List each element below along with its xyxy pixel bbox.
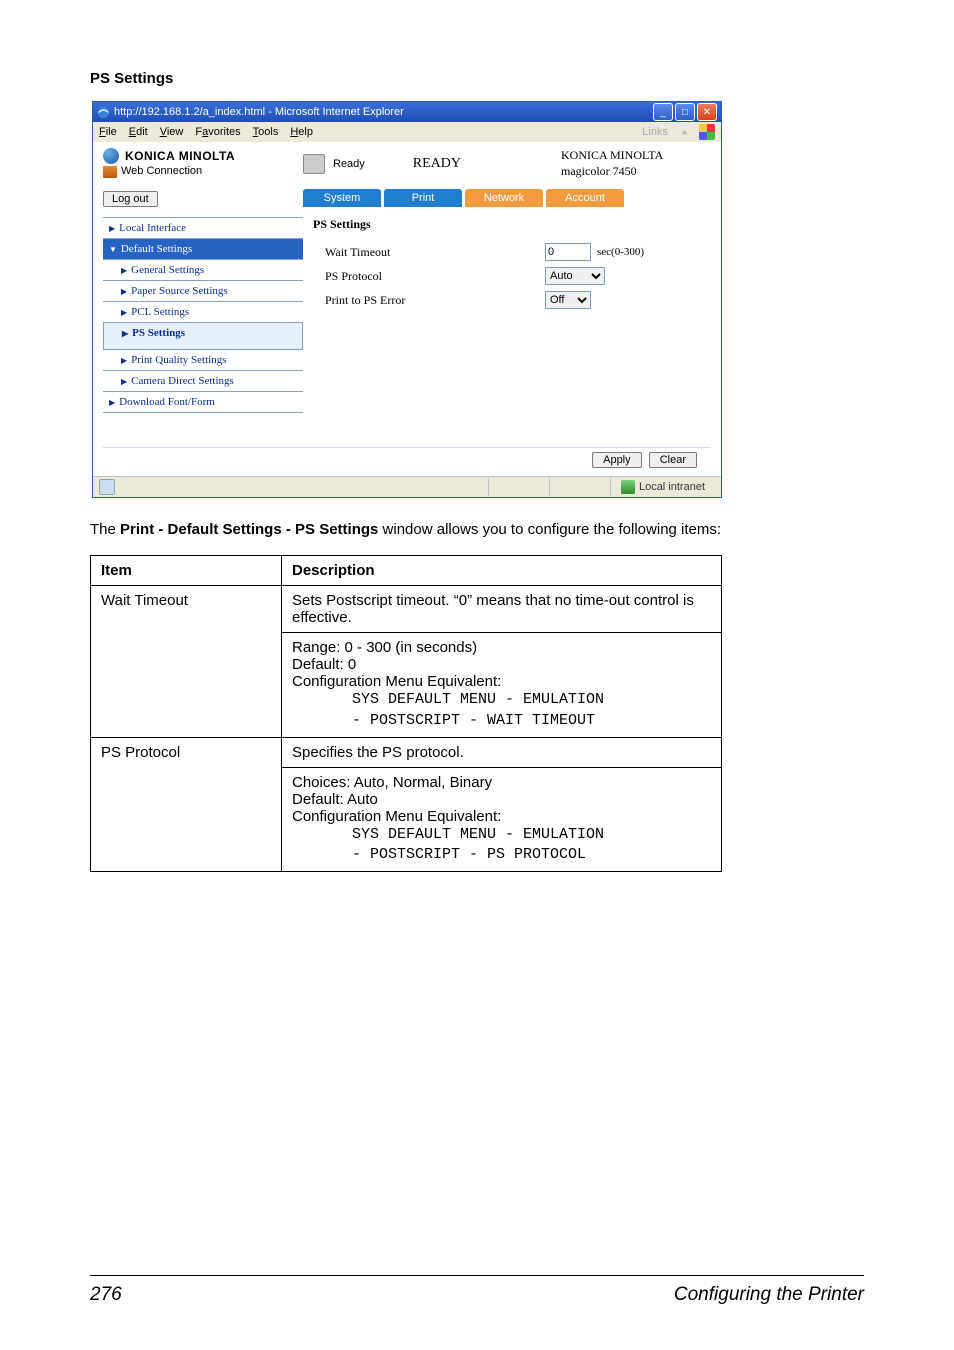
printer-icon	[303, 154, 325, 174]
select-print-ps-error[interactable]: Off	[545, 291, 591, 309]
table-row: Wait Timeout Sets Postscript timeout. “0…	[91, 586, 722, 633]
form-title: PS Settings	[313, 217, 711, 232]
menu-favorites[interactable]: Favorites	[195, 126, 240, 138]
zone-icon	[621, 480, 635, 494]
label-print-ps-error: Print to PS Error	[325, 293, 545, 308]
menu-tools[interactable]: Tools	[253, 126, 279, 138]
table-row: PS Protocol Specifies the PS protocol.	[91, 737, 722, 767]
table-header-description: Description	[282, 556, 722, 586]
label-ps-protocol: PS Protocol	[325, 269, 545, 284]
sidebar-item-print-quality[interactable]: ▶Print Quality Settings	[103, 350, 303, 371]
close-button[interactable]: ✕	[697, 103, 717, 121]
sidebar-item-pcl-settings[interactable]: ▶PCL Settings	[103, 302, 303, 323]
tab-print[interactable]: Print	[384, 189, 462, 207]
tab-bar: System Print Network Account	[303, 189, 624, 207]
browser-window: http://192.168.1.2/a_index.html - Micros…	[92, 101, 722, 498]
tab-account[interactable]: Account	[546, 189, 624, 207]
menu-bar: File Edit View Favorites Tools Help Link…	[93, 122, 721, 142]
footer-label: Configuring the Printer	[674, 1284, 864, 1306]
tab-system[interactable]: System	[303, 189, 381, 207]
cell-item: PS Protocol	[91, 737, 282, 872]
zone-label: Local intranet	[639, 481, 705, 493]
window-title: http://192.168.1.2/a_index.html - Micros…	[114, 106, 653, 118]
apply-button[interactable]: Apply	[592, 452, 642, 468]
tab-network[interactable]: Network	[465, 189, 543, 207]
logout-button[interactable]: Log out	[103, 191, 158, 207]
intro-text: The Print - Default Settings - PS Settin…	[90, 520, 724, 540]
footer-rule	[90, 1275, 864, 1276]
brand-logo: KONICA MINOLTA Web Connection	[103, 148, 303, 178]
menu-file[interactable]: File	[99, 126, 117, 138]
statusbar-left-icon	[99, 479, 115, 495]
model-brand: KONICA MINOLTA	[561, 148, 711, 164]
page-number: 276	[90, 1284, 122, 1306]
clear-button[interactable]: Clear	[649, 452, 697, 468]
menu-view[interactable]: View	[160, 126, 184, 138]
section-title: PS Settings	[90, 70, 864, 87]
cell-desc: Specifies the PS protocol.	[282, 737, 722, 767]
table-header-item: Item	[91, 556, 282, 586]
sidebar-item-camera-direct[interactable]: ▶Camera Direct Settings	[103, 371, 303, 392]
status-large: READY	[413, 156, 461, 172]
sidebar-item-general-settings[interactable]: ▶General Settings	[103, 260, 303, 281]
maximize-button[interactable]: □	[675, 103, 695, 121]
menu-edit[interactable]: Edit	[129, 126, 148, 138]
sidebar-item-download-font[interactable]: ▶Download Font/Form	[103, 392, 303, 413]
links-label: Links	[642, 126, 670, 138]
ie-icon	[97, 106, 110, 119]
titlebar: http://192.168.1.2/a_index.html - Micros…	[93, 102, 721, 122]
pagescope-icon	[103, 166, 117, 178]
brand-name: KONICA MINOLTA	[125, 149, 235, 165]
subbrand: Web Connection	[121, 164, 202, 178]
form-panel: PS Settings Wait Timeout sec(0-300) PS P…	[303, 217, 711, 437]
status-bar: Local intranet	[93, 476, 721, 497]
links-chevron-icon[interactable]: »	[682, 127, 687, 137]
label-wait-timeout: Wait Timeout	[325, 245, 545, 260]
hint-wait-timeout: sec(0-300)	[597, 246, 644, 258]
sidebar: ▶Local Interface ▼Default Settings ▶Gene…	[103, 217, 303, 437]
sidebar-item-local-interface[interactable]: ▶Local Interface	[103, 217, 303, 239]
windows-logo-icon	[699, 124, 715, 140]
model-info: KONICA MINOLTA magicolor 7450	[561, 148, 711, 179]
sidebar-item-paper-source[interactable]: ▶Paper Source Settings	[103, 281, 303, 302]
status-text: Ready	[333, 158, 365, 170]
cell-item: Wait Timeout	[91, 586, 282, 738]
sidebar-item-ps-settings[interactable]: ▶PS Settings	[103, 323, 303, 350]
menu-help[interactable]: Help	[290, 126, 313, 138]
input-wait-timeout[interactable]	[545, 243, 591, 261]
select-ps-protocol[interactable]: Auto	[545, 267, 605, 285]
km-mark-icon	[103, 148, 119, 164]
cell-desc: Sets Postscript timeout. “0” means that …	[282, 586, 722, 633]
model-name: magicolor 7450	[561, 164, 711, 180]
minimize-button[interactable]: _	[653, 103, 673, 121]
cell-desc: Range: 0 - 300 (in seconds) Default: 0 C…	[282, 633, 722, 738]
sidebar-item-default-settings[interactable]: ▼Default Settings	[103, 239, 303, 260]
cell-desc: Choices: Auto, Normal, Binary Default: A…	[282, 767, 722, 872]
settings-table: Item Description Wait Timeout Sets Posts…	[90, 555, 722, 872]
